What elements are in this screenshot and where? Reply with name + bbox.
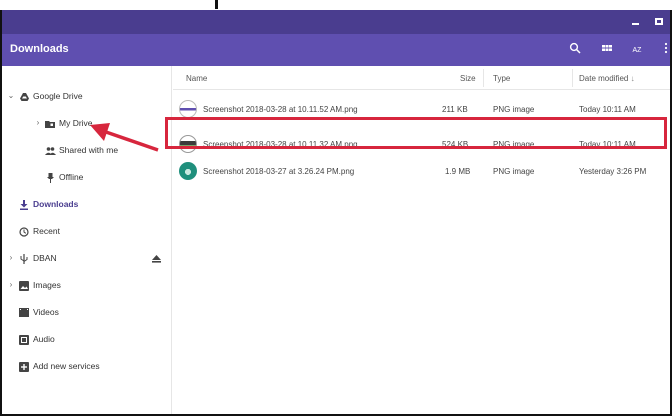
sidebar-item-audio[interactable]: Audio: [2, 329, 172, 349]
add-box-icon: [18, 356, 30, 376]
file-name: Screenshot 2018-03-27 at 3.26.24 PM.png: [203, 167, 355, 176]
sidebar-item-label: My Drive: [59, 118, 93, 128]
people-icon: [44, 140, 56, 160]
chevron-right-icon[interactable]: ›: [6, 248, 16, 268]
files-app-window: Downloads AZ ⌄ Google Drive › My Drive S…: [0, 10, 672, 416]
sidebar-item-offline[interactable]: Offline: [2, 167, 172, 187]
file-date: Today 10:11 AM: [579, 140, 636, 149]
more-options-button[interactable]: [658, 42, 670, 58]
file-list: Name Size Type Date modified ↓ Screensho…: [173, 66, 670, 414]
column-header-type[interactable]: Type: [493, 74, 510, 83]
pin-icon: [44, 167, 56, 187]
audio-icon: [18, 329, 30, 349]
chevron-right-icon[interactable]: ›: [33, 113, 43, 133]
search-button[interactable]: [567, 42, 583, 58]
minimize-icon: [631, 23, 639, 25]
cropped-glyph: [215, 0, 218, 9]
sidebar-item-label: DBAN: [33, 253, 57, 263]
page-title: Downloads: [10, 43, 69, 55]
maximize-icon: [655, 18, 663, 25]
sidebar-item-label: Recent: [33, 226, 60, 236]
column-divider: [483, 69, 484, 87]
file-thumbnail: [179, 135, 197, 153]
sort-icon: AZ: [632, 47, 642, 54]
sidebar-item-images[interactable]: › Images: [2, 275, 172, 295]
grid-view-icon: [602, 45, 612, 51]
file-date: Yesterday 3:26 PM: [579, 167, 647, 176]
eject-icon[interactable]: [152, 248, 161, 268]
chevron-right-icon[interactable]: ›: [6, 275, 16, 295]
sidebar: ⌄ Google Drive › My Drive Shared with me…: [2, 66, 172, 414]
table-row[interactable]: Screenshot 2018-03-28 at 10.11.32 AM.png…: [173, 131, 670, 157]
video-icon: [18, 302, 30, 322]
google-drive-icon: [18, 86, 30, 106]
file-list-header: Name Size Type Date modified ↓: [173, 66, 670, 90]
sidebar-item-label: Google Drive: [33, 91, 83, 101]
sidebar-item-videos[interactable]: Videos: [2, 302, 172, 322]
column-divider: [572, 69, 573, 87]
minimize-button[interactable]: [626, 13, 644, 31]
file-type: PNG image: [493, 167, 535, 176]
sidebar-item-google-drive[interactable]: ⌄ Google Drive: [2, 86, 172, 106]
file-thumbnail: [179, 162, 197, 180]
file-type: PNG image: [493, 140, 535, 149]
sidebar-item-label: Shared with me: [59, 145, 119, 155]
table-row[interactable]: Screenshot 2018-03-27 at 3.26.24 PM.png …: [173, 158, 670, 184]
column-header-date[interactable]: Date modified ↓: [579, 74, 635, 83]
grid-view-button[interactable]: [599, 42, 615, 58]
table-row[interactable]: Screenshot 2018-03-28 at 10.11.52 AM.png…: [173, 96, 670, 122]
sidebar-item-my-drive[interactable]: › My Drive: [2, 113, 172, 133]
sidebar-item-add-new-services[interactable]: Add new services: [2, 356, 172, 376]
file-size: 211 KB: [442, 105, 468, 114]
sidebar-item-label: Add new services: [33, 361, 100, 371]
file-name: Screenshot 2018-03-28 at 10.11.32 AM.png: [203, 140, 358, 149]
sidebar-item-shared-with-me[interactable]: Shared with me: [2, 140, 172, 160]
usb-icon: [18, 248, 30, 268]
titlebar: [2, 10, 670, 34]
chevron-down-icon[interactable]: ⌄: [6, 86, 16, 106]
column-header-name[interactable]: Name: [186, 74, 207, 83]
file-name: Screenshot 2018-03-28 at 10.11.52 AM.png: [203, 105, 358, 114]
sidebar-item-label: Videos: [33, 307, 59, 317]
file-date: Today 10:11 AM: [579, 105, 636, 114]
app-bar: Downloads AZ: [2, 34, 670, 66]
sidebar-item-recent[interactable]: Recent: [2, 221, 172, 241]
folder-drive-icon: [44, 113, 56, 133]
file-size: 524 KB: [442, 140, 469, 149]
sidebar-item-label: Audio: [33, 334, 55, 344]
sidebar-item-label: Offline: [59, 172, 84, 182]
sidebar-item-label: Downloads: [33, 199, 79, 209]
top-strip: [0, 0, 672, 10]
column-header-size[interactable]: Size: [460, 74, 476, 83]
image-icon: [18, 275, 30, 295]
sidebar-item-dban[interactable]: › DBAN: [2, 248, 172, 268]
sidebar-item-label: Images: [33, 280, 61, 290]
sort-button[interactable]: AZ: [629, 42, 645, 58]
sidebar-item-downloads[interactable]: Downloads: [2, 194, 172, 214]
maximize-button[interactable]: [650, 13, 668, 31]
file-thumbnail: [179, 100, 197, 118]
clock-icon: [18, 221, 30, 241]
search-icon: [569, 42, 581, 54]
file-size: 1.9 MB: [445, 167, 471, 176]
more-vert-icon: [664, 42, 668, 54]
download-icon: [18, 194, 30, 214]
file-type: PNG image: [493, 105, 535, 114]
